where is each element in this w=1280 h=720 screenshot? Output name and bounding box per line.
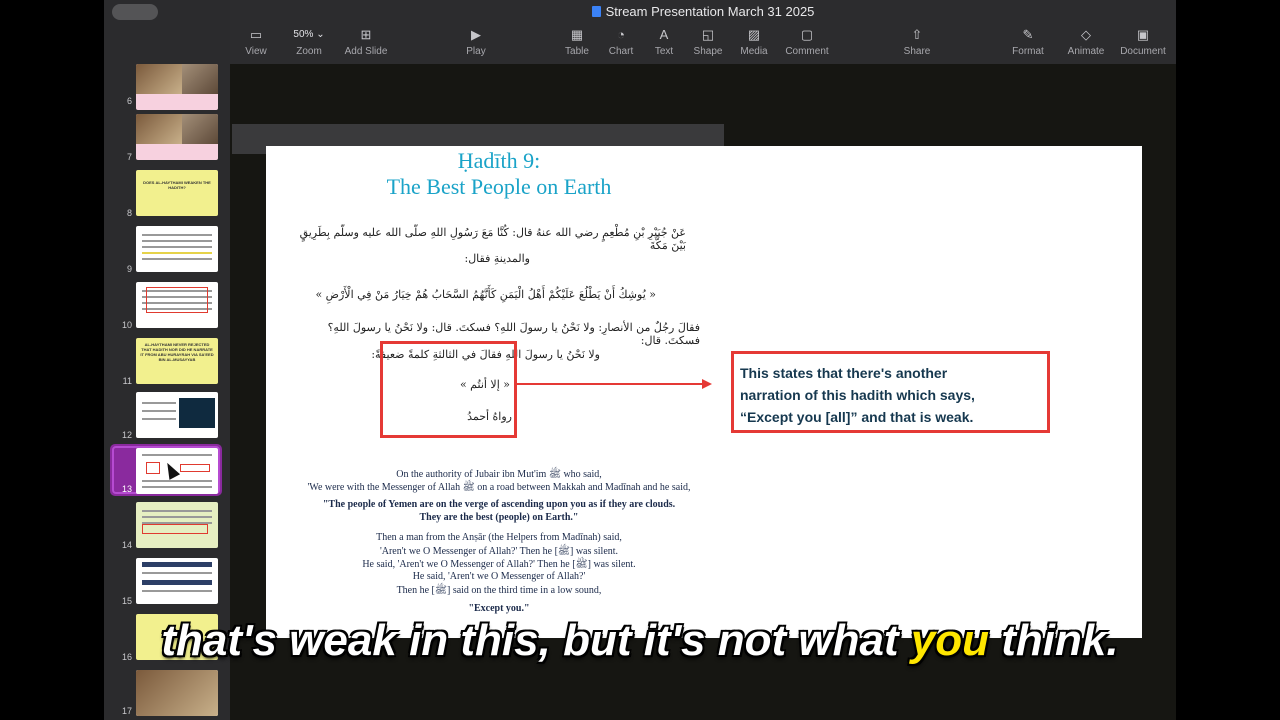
add-slide-button[interactable]: ⊞ Add Slide [331,27,401,58]
slide-title-line1: Ḥadīth 9: [457,148,541,173]
play-icon: ▶ [471,27,481,42]
slide-title-line2: The Best People on Earth [386,174,612,199]
comment-icon: ▢ [800,27,814,42]
english-line: "The people of Yemen are on the verge of… [322,499,676,510]
toolbar: Stream Presentation March 31 2025 ▭ View … [230,0,1176,64]
document-title: Stream Presentation March 31 2025 [230,4,1176,19]
arrow-right-icon [702,379,712,389]
annotation-note-box: This states that there's another narrati… [731,351,1050,433]
arabic-line: « يُوشِكُ أَنْ يَطْلُعَ عَلَيْكُمْ أَهْل… [315,288,656,301]
annotation-arrow-line [517,383,703,385]
english-line: 'Aren't we O Messenger of Allah?' Then h… [379,546,619,557]
document-button[interactable]: ▣ Document [1108,27,1178,58]
english-line: 'We were with the Messenger of Allah ﷺ o… [307,482,691,493]
slide-navigator-lower[interactable]: 14 15 16 17 [104,500,230,720]
left-black-margin [0,0,104,720]
add-slide-icon: ⊞ [360,27,372,42]
english-line: He said, 'Aren't we O Messenger of Allah… [362,559,636,570]
english-line: They are the best (people) on Earth." [419,512,579,523]
english-line: Then he [ﷺ] said on the third time in a … [396,585,602,596]
english-line: "Except you." [468,603,530,614]
english-line: He said, 'Aren't we O Messenger of Allah… [412,571,586,582]
english-line: Then a man from the Anṣār (the Helpers f… [376,532,622,543]
highlight-box [380,341,517,438]
play-button[interactable]: ▶ Play [441,27,511,58]
english-line: On the authority of Jubair ibn Mut'im ﷺ … [396,469,602,480]
sidebar-toggle[interactable] [112,4,158,20]
comment-button[interactable]: ▢ Comment [772,27,842,58]
document-icon [591,6,601,17]
arabic-line: والمدينةِ فقال: [464,252,530,265]
share-button[interactable]: ⇧ Share [882,27,952,58]
document-panel-icon: ▣ [1136,27,1150,42]
arabic-line: عَنْ جُبَيْرِ بْنِ مُطْعِمٍ رضي الله عنه… [299,226,686,252]
share-icon: ⇧ [911,27,923,42]
video-subtitle: that's weak in this, but it's not what y… [161,616,1119,665]
right-black-margin [1176,0,1280,720]
